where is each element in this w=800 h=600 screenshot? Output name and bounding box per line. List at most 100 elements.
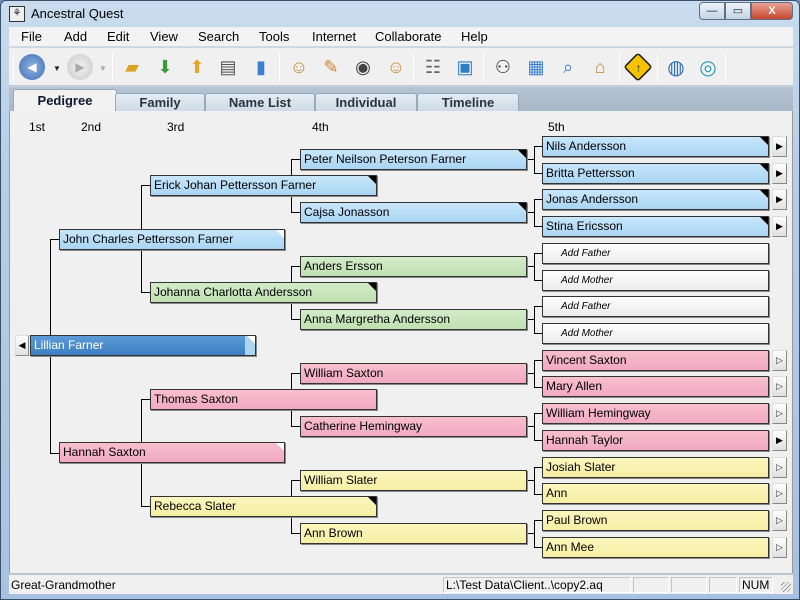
add-mother-button[interactable]: Add Mother [542, 270, 769, 291]
book-icon[interactable]: ▮ [248, 54, 274, 80]
person-box-gen4[interactable]: Anders Ersson [300, 256, 527, 277]
person-box-paternal-grandmother[interactable]: Johanna Charlotta Andersson [150, 282, 377, 303]
person-name: Anna Margretha Andersson [304, 312, 451, 326]
globe-window-icon[interactable]: ◍ [663, 54, 689, 80]
menu-search[interactable]: Search [198, 29, 239, 44]
more-ancestors-button[interactable]: ▷ [772, 537, 787, 558]
person-box-mother[interactable]: Hannah Saxton [59, 442, 285, 463]
more-ancestors-button[interactable]: ▶ [772, 216, 787, 237]
globe-search-icon[interactable]: ◎ [695, 54, 721, 80]
person-box-gen4[interactable]: Anna Margretha Andersson [300, 309, 527, 330]
more-ancestors-button[interactable]: ▷ [772, 403, 787, 424]
person-box-maternal-grandfather[interactable]: Thomas Saxton [150, 389, 377, 410]
forward-icon[interactable]: ▶ [67, 54, 93, 80]
connector-line [534, 146, 535, 173]
person-box-gen5[interactable]: Jonas Andersson [542, 189, 769, 210]
person-box-gen4[interactable]: Peter Neilson Peterson Farner [300, 149, 527, 170]
notes-marker [368, 176, 376, 184]
person-box-gen4[interactable]: William Slater [300, 470, 527, 491]
tab-family[interactable]: Family [115, 93, 205, 112]
num-lock-indicator: NUM [739, 577, 773, 593]
connector-line [534, 280, 542, 281]
menu-edit[interactable]: Edit [107, 29, 129, 44]
resize-grip[interactable] [781, 582, 791, 592]
close-button[interactable]: X [751, 2, 793, 20]
connector-line [527, 319, 534, 320]
more-ancestors-button[interactable]: ▶ [772, 430, 787, 451]
person-box-gen1[interactable]: Lillian Farner [30, 335, 256, 356]
person-box-gen5[interactable]: Hannah Taylor [542, 430, 769, 451]
person-box-gen5[interactable]: Nils Andersson [542, 136, 769, 157]
menu-file[interactable]: File [21, 29, 42, 44]
more-ancestors-button[interactable]: ▷ [772, 510, 787, 531]
back-icon[interactable]: ◀ [19, 54, 45, 80]
edit-person-icon[interactable]: ☺ [286, 54, 312, 80]
toolbar-separator [112, 53, 113, 81]
more-ancestors-button[interactable]: ▷ [772, 483, 787, 504]
menu-help[interactable]: Help [461, 29, 488, 44]
connector-line [534, 333, 542, 334]
person-box-gen5[interactable]: Vincent Saxton [542, 350, 769, 371]
import-icon[interactable]: ⬇ [152, 54, 178, 80]
menu-add[interactable]: Add [64, 29, 87, 44]
tab-pedigree[interactable]: Pedigree [13, 89, 117, 112]
person-box-gen4[interactable]: William Saxton [300, 363, 527, 384]
maximize-button[interactable]: ▭ [725, 2, 751, 20]
person-box-gen5[interactable]: Josiah Slater [542, 457, 769, 478]
individual-card-icon[interactable]: ▦ [523, 54, 549, 80]
more-ancestors-button[interactable]: ▷ [772, 376, 787, 397]
camera-icon[interactable]: ◉ [350, 54, 376, 80]
person-name: Erick Johan Pettersson Farner [154, 178, 317, 192]
tab-individual[interactable]: Individual [315, 93, 417, 112]
menu-internet[interactable]: Internet [312, 29, 356, 44]
connector-line [527, 212, 534, 213]
merge-icon[interactable]: ↑ [623, 52, 653, 82]
person-box-gen5[interactable]: Britta Pettersson [542, 163, 769, 184]
person-box-gen5[interactable]: Stina Ericsson [542, 216, 769, 237]
print-icon[interactable]: ▤ [215, 54, 241, 80]
notes-marker [518, 203, 526, 211]
search-tree-icon[interactable]: ⌕ [555, 54, 581, 80]
person-box-gen5[interactable]: Ann Mee [542, 537, 769, 558]
person-box-maternal-grandmother[interactable]: Rebecca Slater [150, 496, 377, 517]
add-father-button[interactable]: Add Father [542, 243, 769, 264]
minimize-button[interactable]: — [699, 2, 725, 20]
person-box-gen5[interactable]: William Hemingway [542, 403, 769, 424]
back-to-child-button[interactable]: ◀ [15, 335, 29, 356]
binoculars-icon[interactable]: ⚇ [490, 54, 516, 80]
clipboard-icon[interactable]: ☷ [420, 54, 446, 80]
person-box-father[interactable]: John Charles Pettersson Farner [59, 229, 285, 250]
menu-view[interactable]: View [150, 29, 178, 44]
status-indicator-empty [671, 577, 707, 593]
window-title: Ancestral Quest [31, 6, 124, 21]
forward-history-dropdown[interactable]: ▼ [99, 64, 107, 73]
notes-icon[interactable]: ✎ [318, 54, 344, 80]
more-ancestors-button[interactable]: ▶ [772, 189, 787, 210]
menu-collaborate[interactable]: Collaborate [375, 29, 442, 44]
add-mother-button[interactable]: Add Mother [542, 323, 769, 344]
person-box-gen4[interactable]: Cajsa Jonasson [300, 202, 527, 223]
person-box-gen5[interactable]: Mary Allen [542, 376, 769, 397]
add-father-button[interactable]: Add Father [542, 296, 769, 317]
toolbar-separator [13, 53, 14, 81]
more-ancestors-button[interactable]: ▶ [772, 136, 787, 157]
menu-tools[interactable]: Tools [259, 29, 289, 44]
home-icon[interactable]: ⌂ [587, 54, 613, 80]
more-ancestors-button[interactable]: ▶ [772, 163, 787, 184]
more-ancestors-button[interactable]: ▷ [772, 350, 787, 371]
archive-icon[interactable]: ▣ [452, 54, 478, 80]
open-file-icon[interactable]: ▰ [119, 54, 145, 80]
add-person-icon[interactable]: ☺ [383, 54, 409, 80]
export-icon[interactable]: ⬆ [184, 54, 210, 80]
person-box-paternal-grandfather[interactable]: Erick Johan Pettersson Farner [150, 175, 377, 196]
person-box-gen4[interactable]: Ann Brown [300, 523, 527, 544]
back-history-dropdown[interactable]: ▼ [53, 64, 61, 73]
more-ancestors-button[interactable]: ▷ [772, 457, 787, 478]
person-box-gen4[interactable]: Catherine Hemingway [300, 416, 527, 437]
tab-timeline[interactable]: Timeline [417, 93, 519, 112]
generation-label-1: 1st [29, 120, 46, 134]
person-box-gen5[interactable]: Ann [542, 483, 769, 504]
person-name: Ann Brown [304, 526, 363, 540]
tab-name-list[interactable]: Name List [205, 93, 315, 112]
person-box-gen5[interactable]: Paul Brown [542, 510, 769, 531]
